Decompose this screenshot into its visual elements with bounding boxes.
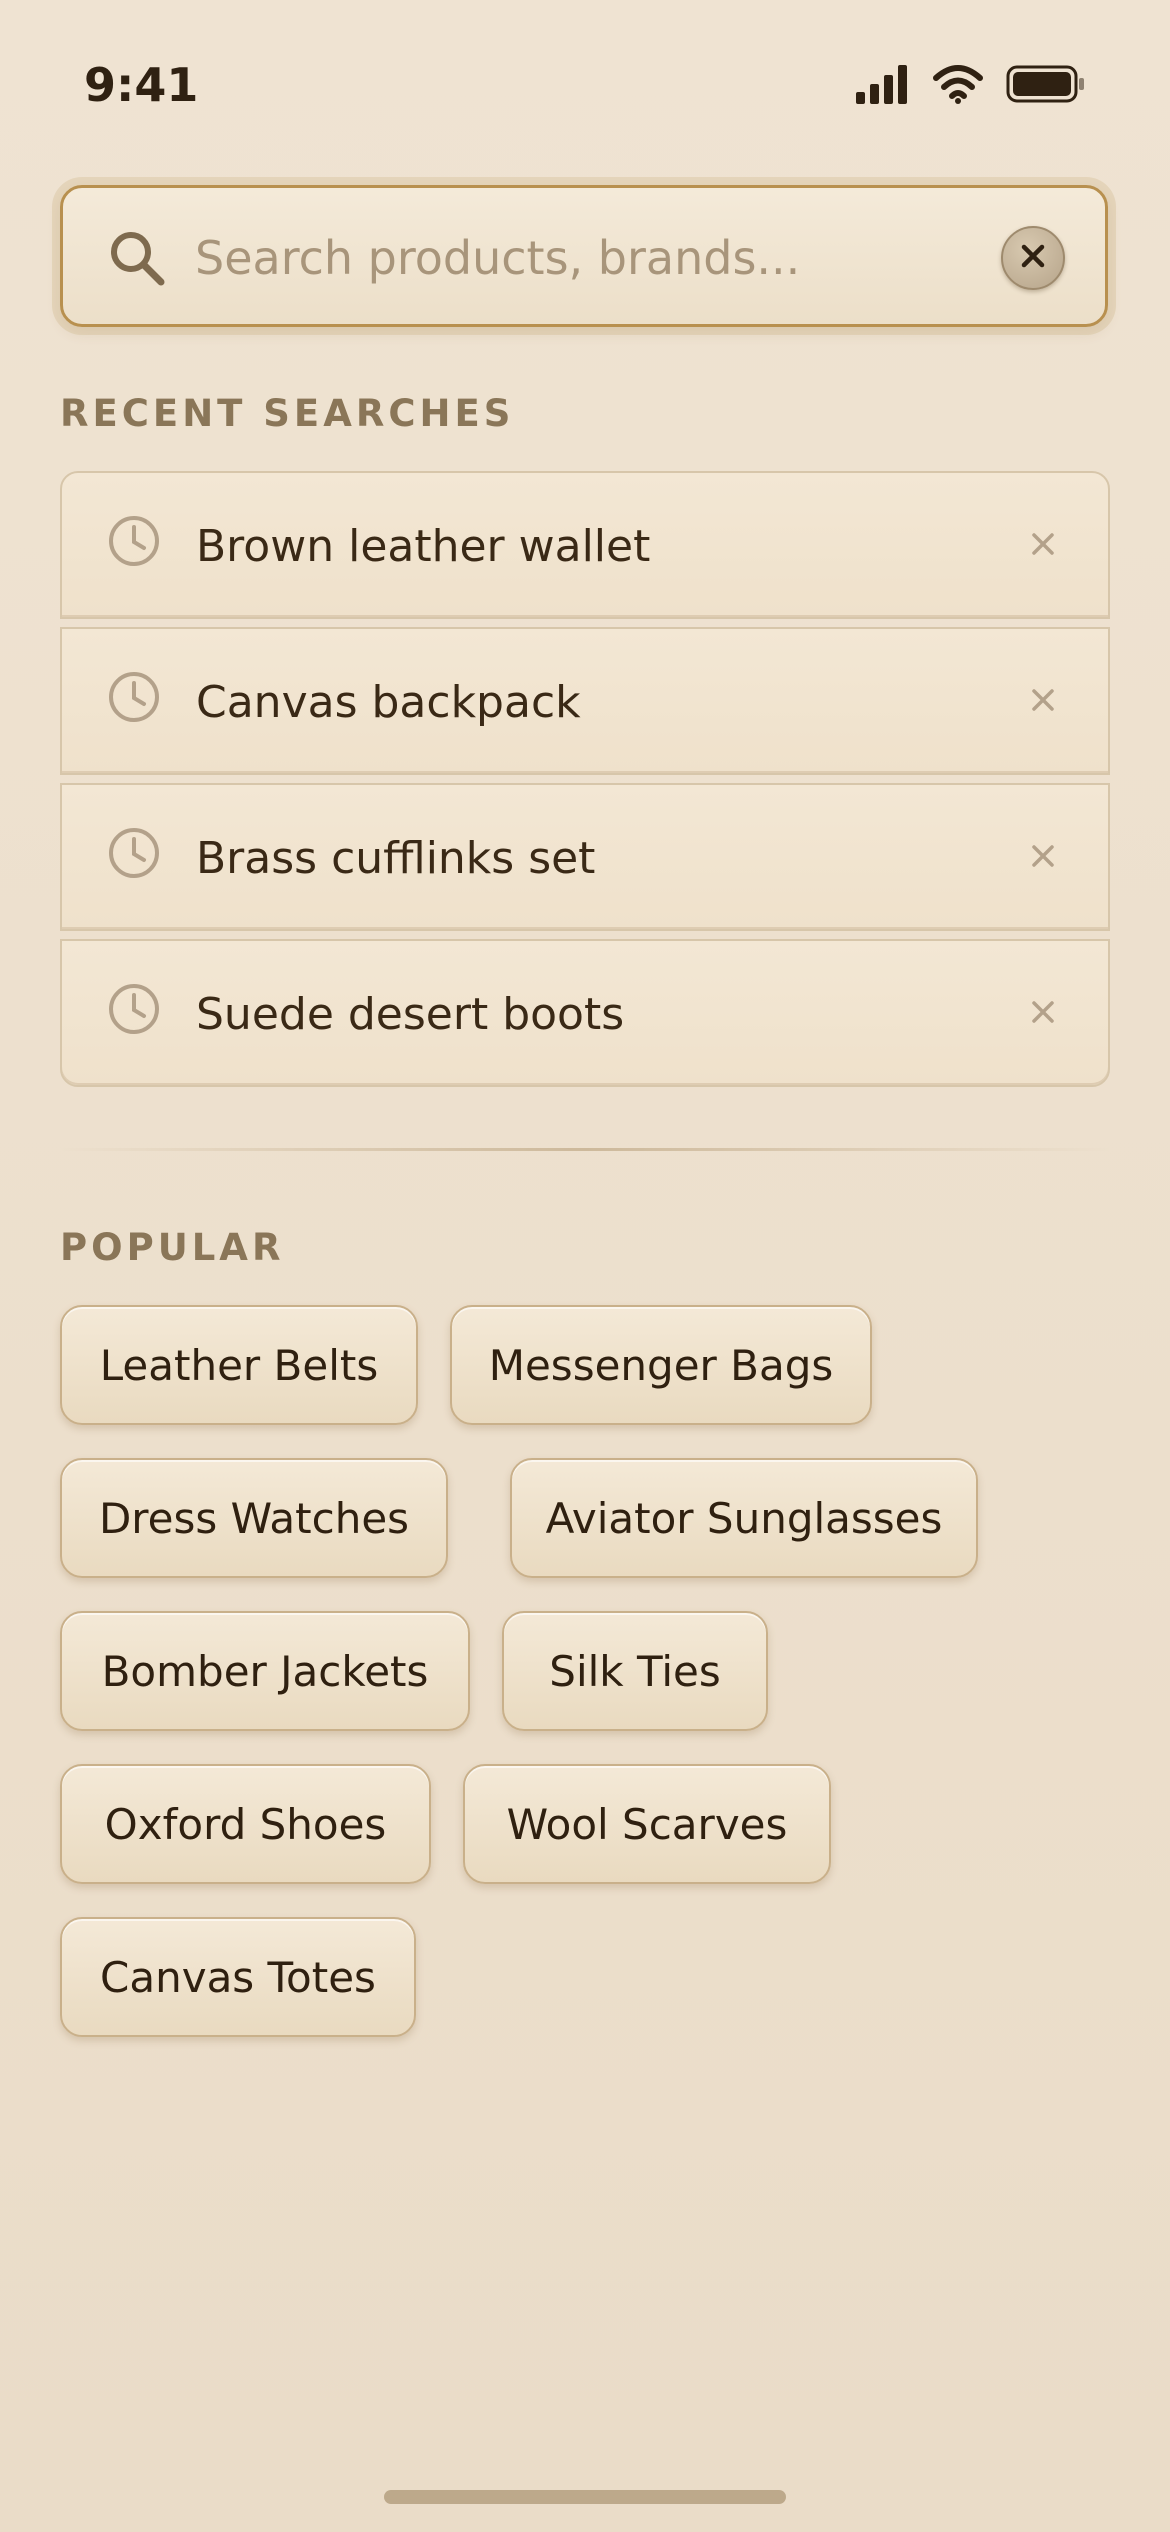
recent-search-label: Canvas backpack <box>196 677 581 728</box>
chip-label: Aviator Sunglasses <box>545 1493 943 1543</box>
chip-label: Leather Belts <box>99 1340 379 1390</box>
recent-search-item[interactable]: Canvas backpack <box>60 627 1110 775</box>
home-indicator[interactable] <box>384 2490 786 2504</box>
search-bar[interactable] <box>60 185 1108 327</box>
popular-chip[interactable]: Aviator Sunglasses <box>510 1458 978 1578</box>
recent-search-label: Suede desert boots <box>196 989 625 1040</box>
popular-chip[interactable]: Silk Ties <box>502 1611 768 1731</box>
chip-label: Silk Ties <box>549 1646 721 1696</box>
battery-icon <box>1006 65 1086 103</box>
remove-recent-button[interactable] <box>1018 989 1068 1039</box>
search-icon <box>107 228 167 288</box>
recent-search-label: Brass cufflinks set <box>196 833 596 884</box>
remove-recent-button[interactable] <box>1018 677 1068 727</box>
close-icon <box>1030 843 1056 873</box>
recent-search-item[interactable]: Brass cufflinks set <box>60 783 1110 931</box>
recent-searches-heading: RECENT SEARCHES <box>60 392 515 435</box>
close-icon <box>1019 242 1047 274</box>
chip-label: Dress Watches <box>98 1493 410 1543</box>
chip-label: Bomber Jackets <box>101 1646 429 1696</box>
status-time: 9:41 <box>84 58 199 112</box>
chip-label: Wool Scarves <box>506 1799 788 1849</box>
popular-chip[interactable]: Canvas Totes <box>60 1917 416 2037</box>
chip-label: Canvas Totes <box>100 1952 376 2002</box>
popular-chip[interactable]: Bomber Jackets <box>60 1611 470 1731</box>
popular-chip[interactable]: Leather Belts <box>60 1305 418 1425</box>
signal-icon <box>856 64 910 104</box>
section-divider <box>60 1148 1110 1151</box>
status-bar: 9:41 <box>0 0 1170 170</box>
wifi-icon <box>932 64 984 104</box>
popular-chip[interactable]: Messenger Bags <box>450 1305 872 1425</box>
recent-search-item[interactable]: Brown leather wallet <box>60 471 1110 619</box>
remove-recent-button[interactable] <box>1018 833 1068 883</box>
popular-heading: POPULAR <box>60 1226 285 1269</box>
popular-chip[interactable]: Dress Watches <box>60 1458 448 1578</box>
chip-label: Messenger Bags <box>488 1340 834 1390</box>
close-icon <box>1030 999 1056 1029</box>
recent-search-label: Brown leather wallet <box>196 521 651 572</box>
popular-chip[interactable]: Wool Scarves <box>463 1764 831 1884</box>
chip-label: Oxford Shoes <box>104 1799 387 1849</box>
status-icons <box>856 64 1086 104</box>
recent-search-item[interactable]: Suede desert boots <box>60 939 1110 1087</box>
clock-icon <box>106 825 162 881</box>
clear-search-button[interactable] <box>1001 226 1065 290</box>
search-input[interactable] <box>195 218 1015 298</box>
clock-icon <box>106 981 162 1037</box>
recent-searches-list: Brown leather wallet Canvas backpack Bra… <box>60 471 1110 1087</box>
clock-icon <box>106 669 162 725</box>
clock-icon <box>106 513 162 569</box>
popular-chip[interactable]: Oxford Shoes <box>60 1764 431 1884</box>
close-icon <box>1030 687 1056 717</box>
remove-recent-button[interactable] <box>1018 521 1068 571</box>
close-icon <box>1030 531 1056 561</box>
